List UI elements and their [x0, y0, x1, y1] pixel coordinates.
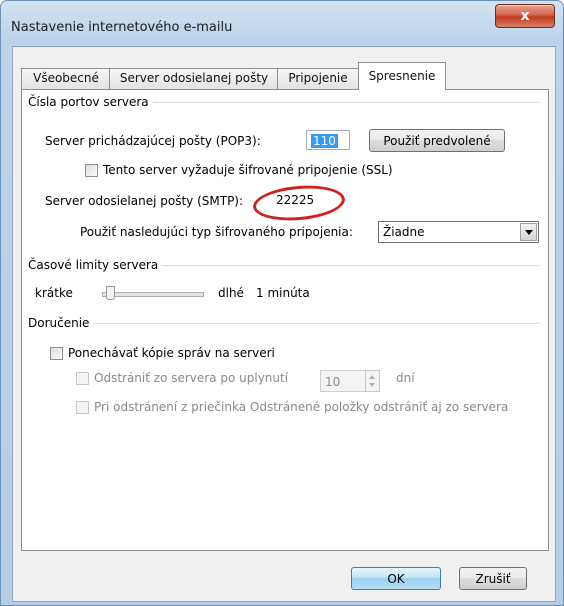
ssl-label: Tento server vyžaduje šifrované pripojen… [103, 163, 393, 177]
tab-advanced[interactable]: Spresnenie [358, 62, 446, 90]
smtp-port-label: Server odosielanej pošty (SMTP): [45, 194, 244, 208]
encryption-type-value: Žiadne [383, 225, 425, 239]
timeout-value: 1 minúta [256, 286, 310, 300]
ok-button[interactable]: OK [351, 567, 441, 590]
dialog-window: Nastavenie internetového e-mailu x Všeob… [0, 0, 564, 606]
red-annotation-oval [251, 182, 347, 224]
timeout-slider-track[interactable] [102, 292, 204, 297]
timeouts-group-label: Časové limity servera [28, 258, 163, 272]
keep-copy-checkbox[interactable] [50, 347, 63, 360]
remove-deleted-label: Pri odstránení z priečinka Odstránené po… [94, 400, 509, 414]
group-divider [30, 323, 540, 324]
delivery-group-label: Doručenie [28, 316, 94, 330]
spin-down-icon[interactable] [369, 383, 375, 387]
close-icon: x [520, 8, 530, 24]
remove-days-spinner[interactable] [365, 370, 380, 392]
window-title: Nastavenie internetového e-mailu [11, 20, 233, 35]
spin-up-icon[interactable] [369, 375, 375, 379]
ports-group-label: Čísla portov servera [28, 95, 153, 109]
timeout-long-label: dlhé [218, 286, 244, 300]
timeout-short-label: krátke [35, 286, 73, 300]
keep-copy-label: Ponechávať kópie správ na serveri [68, 346, 275, 360]
encryption-type-label: Použiť nasledujúci typ šifrovaného pripo… [80, 225, 353, 239]
remove-after-label: Odstrániť zo servera po uplynutí [94, 371, 289, 385]
tab-outgoing-server[interactable]: Server odosielanej pošty [109, 68, 279, 89]
ssl-checkbox[interactable] [85, 164, 98, 177]
tab-connection[interactable]: Pripojenie [277, 68, 359, 89]
days-unit-label: dní [396, 371, 415, 385]
remove-after-checkbox[interactable] [76, 372, 89, 385]
tab-general[interactable]: Všeobecné [21, 68, 111, 89]
cancel-button[interactable]: Zrušiť [459, 567, 527, 590]
remove-deleted-checkbox[interactable] [76, 401, 89, 414]
tab-panel-advanced: Čísla portov servera Server prichádzajúc… [21, 89, 549, 551]
pop3-port-value: 110 [311, 134, 338, 148]
close-button[interactable]: x [495, 4, 555, 28]
pop3-port-label: Server prichádzajúcej pošty (POP3): [45, 134, 261, 148]
dialog-client: Všeobecné Server odosielanej pošty Pripo… [12, 46, 556, 602]
pop3-port-input[interactable]: 110 [306, 130, 350, 150]
chevron-down-icon[interactable] [520, 223, 537, 241]
use-defaults-button[interactable]: Použiť predvolené [369, 129, 505, 152]
timeout-slider-thumb[interactable] [106, 286, 115, 300]
remove-days-input[interactable]: 10 [320, 370, 366, 392]
encryption-type-select[interactable]: Žiadne [378, 221, 539, 243]
